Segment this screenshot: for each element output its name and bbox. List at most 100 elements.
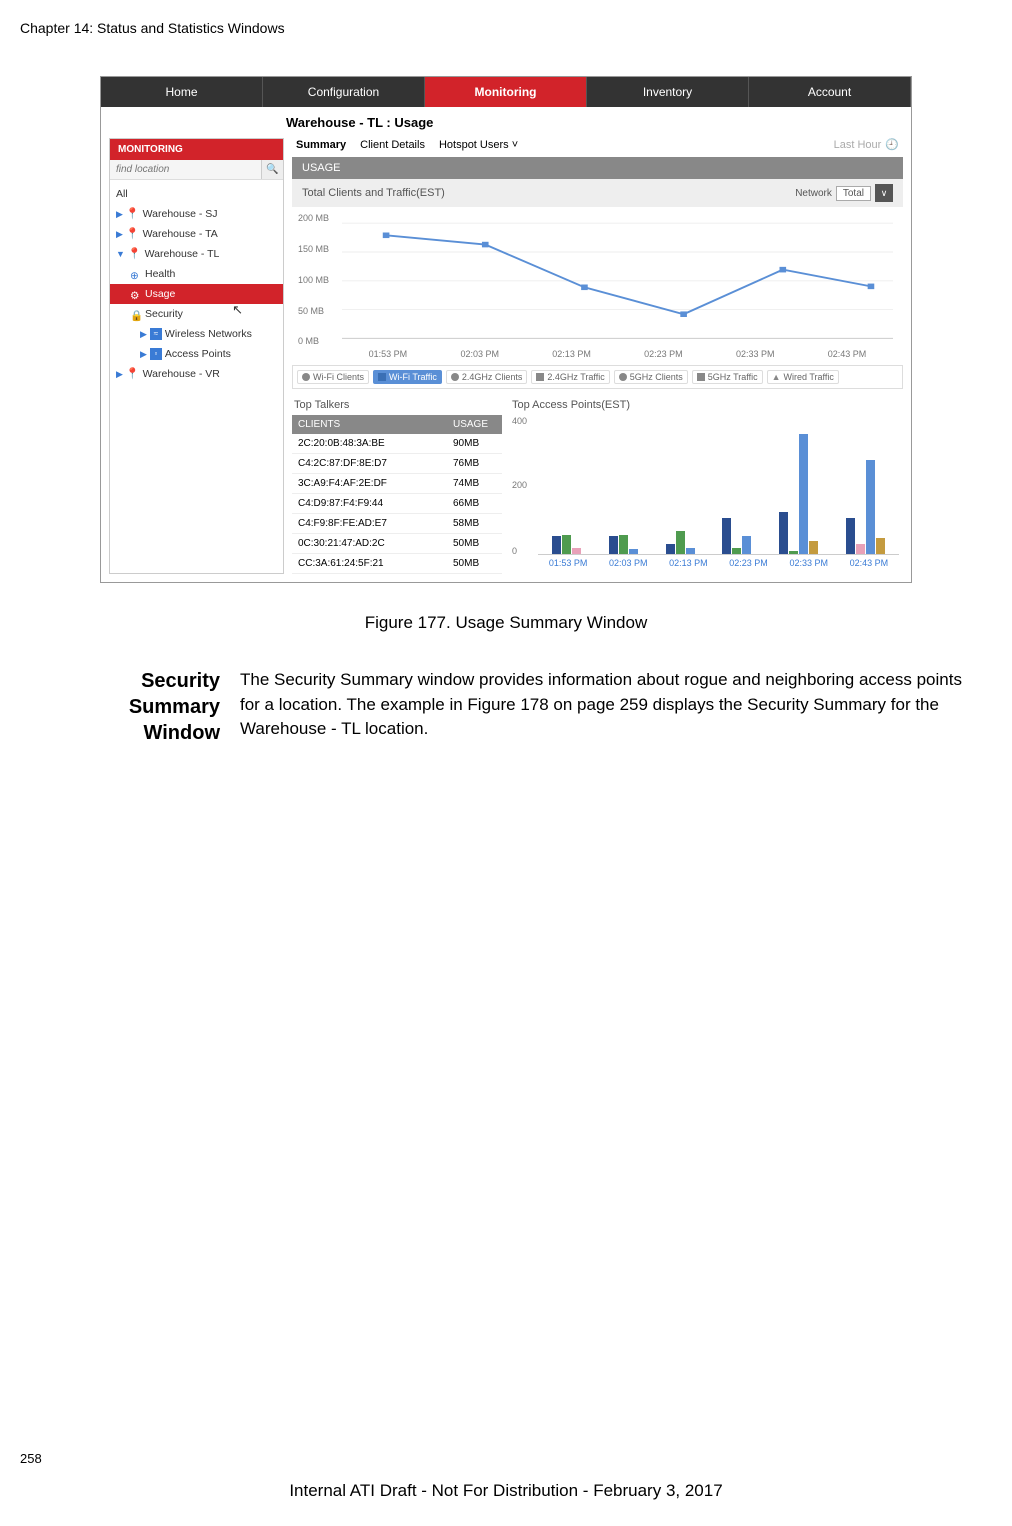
client-usage: 50MB	[447, 534, 502, 553]
legend-chip[interactable]: Wi-Fi Traffic	[373, 370, 442, 384]
chart-legend: Wi-Fi Clients Wi-Fi Traffic 2.4GHz Clien…	[292, 365, 903, 389]
client-mac: 2C:20:0B:48:3A:BE	[292, 434, 447, 453]
search-button[interactable]: 🔍	[261, 160, 283, 179]
table-row[interactable]: 2C:20:0B:48:3A:BE90MB	[292, 434, 502, 454]
table-row[interactable]: CC:3A:61:24:5F:2150MB	[292, 554, 502, 574]
legend-chip[interactable]: 5GHz Traffic	[692, 370, 763, 384]
legend-swatch-icon	[619, 373, 627, 381]
bar	[809, 541, 818, 554]
client-mac: 3C:A9:F4:AF:2E:DF	[292, 474, 447, 493]
nav-tab-account[interactable]: Account	[749, 77, 911, 107]
bar	[666, 544, 675, 554]
bar-group	[552, 535, 581, 555]
nav-tab-inventory[interactable]: Inventory	[587, 77, 749, 107]
legend-swatch-icon	[697, 373, 705, 381]
caret-right-icon: ▶	[140, 326, 147, 342]
tree-label: Health	[145, 266, 175, 282]
client-usage: 50MB	[447, 554, 502, 573]
x-tick: 02:13 PM	[552, 349, 591, 359]
network-dropdown-button[interactable]: ∨	[875, 184, 893, 202]
legend-label: Wi-Fi Clients	[313, 372, 364, 382]
ap-icon: ▫	[150, 348, 162, 360]
legend-chip[interactable]: ▲Wired Traffic	[767, 370, 839, 384]
wifi-icon: ≈	[150, 328, 162, 340]
tree-child-security[interactable]: 🔒 Security↖	[110, 304, 283, 324]
x-tick: 02:23 PM	[644, 349, 683, 359]
top-ap-bar-chart: 400 200 0	[510, 415, 903, 555]
x-tick: 01:53 PM	[369, 349, 408, 359]
col-clients: CLIENTS	[292, 415, 447, 434]
legend-chip[interactable]: Wi-Fi Clients	[297, 370, 369, 384]
legend-chip[interactable]: 2.4GHz Traffic	[531, 370, 609, 384]
tree-label: Warehouse - VR	[143, 366, 220, 382]
tree-item[interactable]: ▶📍Warehouse - TA	[110, 224, 283, 244]
table-row[interactable]: 3C:A9:F4:AF:2E:DF74MB	[292, 474, 502, 494]
table-row[interactable]: 0C:30:21:47:AD:2C50MB	[292, 534, 502, 554]
sidebar: MONITORING 🔍 All ▶📍Warehouse - SJ ▶📍Ware…	[109, 138, 284, 574]
table-row[interactable]: C4:D9:87:F4:F9:4466MB	[292, 494, 502, 514]
bar	[779, 512, 788, 554]
bar	[876, 538, 885, 554]
nav-tab-home[interactable]: Home	[101, 77, 263, 107]
legend-swatch-icon	[451, 373, 459, 381]
top-ap-title: Top Access Points(EST)	[510, 395, 903, 415]
line-svg	[342, 213, 893, 343]
page-title: Warehouse - TL : Usage	[101, 107, 911, 138]
tree-item[interactable]: ▶📍Warehouse - VR	[110, 364, 283, 384]
bar	[552, 536, 561, 554]
bar	[866, 460, 875, 554]
tree-child-usage[interactable]: ⚙ Usage	[110, 284, 283, 304]
nav-tab-configuration[interactable]: Configuration	[263, 77, 425, 107]
client-mac: CC:3A:61:24:5F:21	[292, 554, 447, 573]
subnav-summary[interactable]: Summary	[296, 139, 346, 151]
tree-child-ap[interactable]: ▶ ▫ Access Points	[110, 344, 283, 364]
tree-label: Usage	[145, 286, 175, 302]
bar	[619, 535, 628, 555]
bar	[789, 551, 798, 554]
bar-group	[779, 434, 818, 554]
tree-item[interactable]: ▼📍Warehouse - TL	[110, 244, 283, 264]
bar	[572, 548, 581, 555]
bar	[676, 531, 685, 554]
bar	[799, 434, 808, 554]
bar	[742, 536, 751, 554]
subnav-hotspot-users[interactable]: Hotspot Users ˅	[439, 139, 518, 151]
tree-child-health[interactable]: ⊕ Health	[110, 264, 283, 284]
client-usage: 90MB	[447, 434, 502, 453]
legend-label: 2.4GHz Traffic	[547, 372, 604, 382]
tree-child-wireless[interactable]: ▶ ≈ Wireless Networks	[110, 324, 283, 344]
bar	[562, 535, 571, 555]
body-paragraph: The Security Summary window provides inf…	[240, 668, 972, 746]
caret-right-icon: ▶	[116, 206, 123, 222]
client-usage: 66MB	[447, 494, 502, 513]
table-row[interactable]: C4:F9:8F:FE:AD:E758MB	[292, 514, 502, 534]
search-input[interactable]	[110, 160, 261, 179]
caret-right-icon: ▶	[140, 346, 147, 362]
x-tick: 02:43 PM	[850, 558, 889, 568]
tree-item[interactable]: ▶📍Warehouse - SJ	[110, 204, 283, 224]
time-range-label: Last Hour	[834, 139, 882, 151]
table-row[interactable]: C4:2C:87:DF:8E:D776MB	[292, 454, 502, 474]
x-tick: 02:33 PM	[736, 349, 775, 359]
subnav-client-details[interactable]: Client Details	[360, 139, 425, 151]
legend-label: Wired Traffic	[784, 372, 834, 382]
tree-label: Wireless Networks	[165, 326, 252, 342]
tree-all[interactable]: All	[110, 184, 283, 204]
legend-label: 5GHz Clients	[630, 372, 683, 382]
legend-chip[interactable]: 2.4GHz Clients	[446, 370, 528, 384]
y-tick: 200 MB	[298, 213, 329, 223]
legend-swatch-icon	[302, 373, 310, 381]
caret-down-icon: ▼	[116, 246, 125, 262]
time-range-selector[interactable]: Last Hour 🕘	[834, 138, 899, 151]
bar-group	[846, 460, 885, 554]
nav-tab-monitoring[interactable]: Monitoring	[425, 77, 587, 107]
main-panel: Summary Client Details Hotspot Users ˅ L…	[292, 138, 903, 574]
x-tick: 02:43 PM	[828, 349, 867, 359]
bar-y-tick: 0	[512, 546, 517, 556]
footer-text: Internal ATI Draft - Not For Distributio…	[0, 1481, 1012, 1501]
y-tick: 100 MB	[298, 275, 329, 285]
client-usage: 58MB	[447, 514, 502, 533]
bar-x-axis: 01:53 PM 02:03 PM 02:13 PM 02:23 PM 02:3…	[510, 555, 903, 574]
legend-swatch-icon	[378, 373, 386, 381]
legend-chip[interactable]: 5GHz Clients	[614, 370, 688, 384]
